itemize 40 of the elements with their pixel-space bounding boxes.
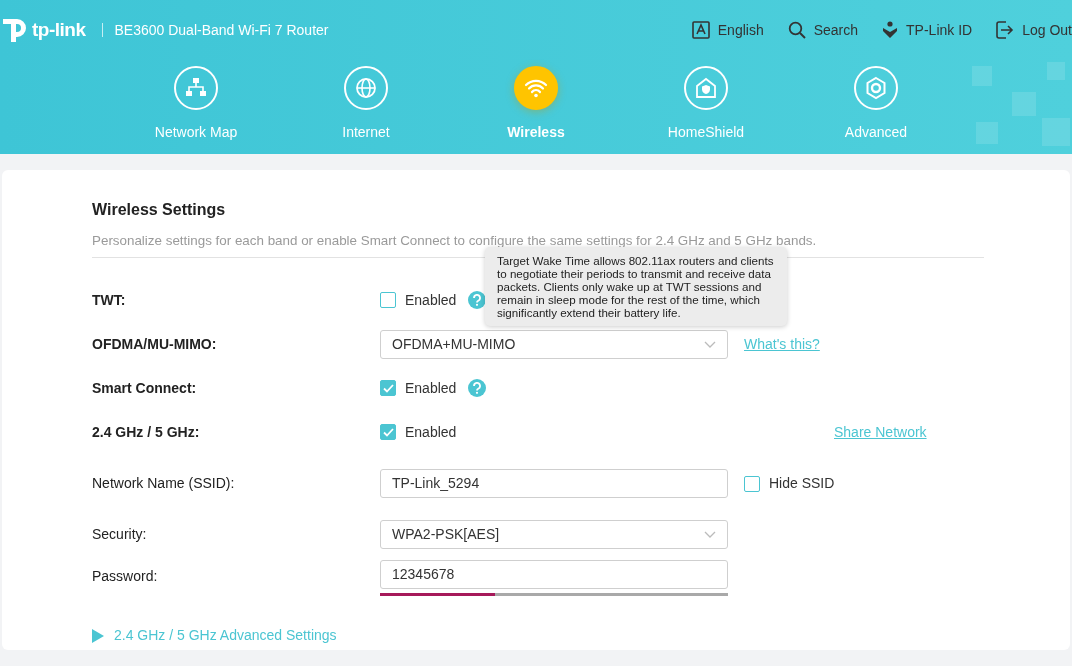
field-label: Security: <box>92 525 148 545</box>
checkbox[interactable] <box>380 424 396 441</box>
language-link[interactable]: English <box>691 19 764 41</box>
logo-icon <box>2 16 28 44</box>
logout-icon <box>996 21 1015 39</box>
field-label: Smart Connect: <box>92 378 198 398</box>
checkbox[interactable] <box>744 475 760 492</box>
checkbox-label: Enabled <box>405 422 457 442</box>
chevron-icon <box>704 340 716 348</box>
checkbox-label: Enabled <box>405 290 457 310</box>
field-label: 2.4 GHz / 5 GHz: <box>92 422 201 442</box>
field-label: Password: <box>92 567 159 587</box>
field-label: TWT: <box>92 290 127 310</box>
section-title: Wireless Settings <box>92 200 227 220</box>
expand-arrow-icon <box>92 628 104 643</box>
input-field[interactable]: TP-Link_5294 <box>380 469 728 499</box>
account-link[interactable]: TP-Link ID <box>882 19 973 41</box>
search-icon <box>787 21 806 39</box>
globe-icon <box>354 76 378 100</box>
tooltip: Target Wake Time allows 802.11ax routers and clients to negotiate their periods to transmit and receive data packets. Clients only wake up at TWT sessions and remain in sleep mode for the rest of the time, which significantly extend their battery life. <box>485 247 787 326</box>
chevron-icon <box>704 531 716 539</box>
field-label: OFDMA/MU-MIMO: <box>92 334 218 354</box>
select-field[interactable]: OFDMA+MU-MIMO <box>380 329 728 359</box>
logout-link[interactable]: Log Out <box>996 19 1072 41</box>
search-link[interactable]: Search <box>787 19 859 41</box>
input-field[interactable]: 12345678 <box>380 560 728 590</box>
checkbox[interactable] <box>380 380 396 397</box>
checkbox-label: Hide SSID <box>769 474 835 494</box>
logo-text: tp-link <box>32 17 86 42</box>
select-field[interactable]: WPA2-PSK[AES] <box>380 520 728 550</box>
router-model: BE3600 Dual-Band Wi-Fi 7 Router <box>101 23 329 37</box>
help-icon[interactable] <box>468 291 487 310</box>
home-shield-icon <box>694 76 718 100</box>
language-icon <box>691 21 710 39</box>
gear-icon <box>864 76 888 100</box>
checkbox[interactable] <box>380 292 396 309</box>
field-label: Network Name (SSID): <box>92 474 236 494</box>
checkbox-label: Enabled <box>405 378 457 398</box>
user-icon <box>882 21 899 39</box>
help-icon[interactable] <box>468 379 487 398</box>
